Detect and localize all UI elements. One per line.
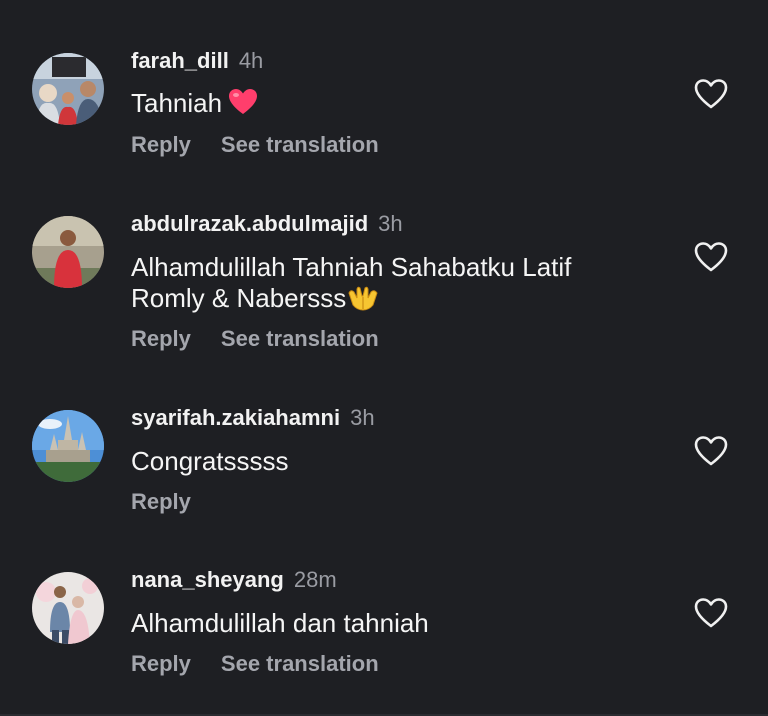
like-heart-icon[interactable]: [694, 435, 728, 469]
avatar[interactable]: [32, 53, 104, 125]
palms-up-together-emoji-icon: [347, 283, 379, 318]
see-translation-button[interactable]: See translation: [221, 651, 379, 676]
see-translation-button[interactable]: See translation: [221, 132, 379, 157]
comment-text: Congratsssss: [131, 446, 651, 477]
comment-text: Alhamdulillah Tahniah Sahabatku Latif Ro…: [131, 252, 651, 318]
comment-time: 4h: [238, 48, 264, 73]
reply-button[interactable]: Reply: [131, 132, 191, 157]
comment-time: 3h: [378, 211, 403, 236]
comment-text-content: Congratsssss: [131, 446, 289, 476]
avatar[interactable]: [32, 410, 104, 482]
reply-button[interactable]: Reply: [131, 489, 191, 514]
like-heart-icon[interactable]: [694, 597, 728, 631]
comment-text-line: Romly & Nabersss: [131, 283, 347, 313]
comment-text: Alhamdulillah dan tahniah: [131, 608, 651, 639]
reply-button[interactable]: Reply: [131, 651, 191, 676]
reply-button[interactable]: Reply: [131, 326, 191, 351]
comment-text-content: Tahniah: [131, 88, 223, 118]
username[interactable]: abdulrazak.abdulmajid: [131, 211, 368, 236]
comment-text: Tahniah: [131, 88, 651, 122]
comment-text-line: Alhamdulillah Tahniah Sahabatku Latif: [131, 252, 572, 282]
comments-panel: farah_dill 4h Tahniah Reply See translatio…: [0, 0, 768, 716]
username[interactable]: syarifah.zakiahamni: [131, 405, 340, 430]
comment-time: 28m: [293, 567, 337, 592]
avatar[interactable]: [32, 572, 104, 644]
comment-text-content: Alhamdulillah dan tahniah: [131, 608, 429, 638]
like-heart-icon[interactable]: [694, 241, 728, 275]
avatar[interactable]: [32, 216, 104, 288]
red-heart-emoji-icon: [228, 88, 258, 122]
like-heart-icon[interactable]: [694, 78, 728, 112]
username[interactable]: nana_sheyang: [131, 567, 284, 592]
see-translation-button[interactable]: See translation: [221, 326, 379, 351]
comment-time: 3h: [350, 405, 375, 430]
username[interactable]: farah_dill: [131, 48, 229, 73]
